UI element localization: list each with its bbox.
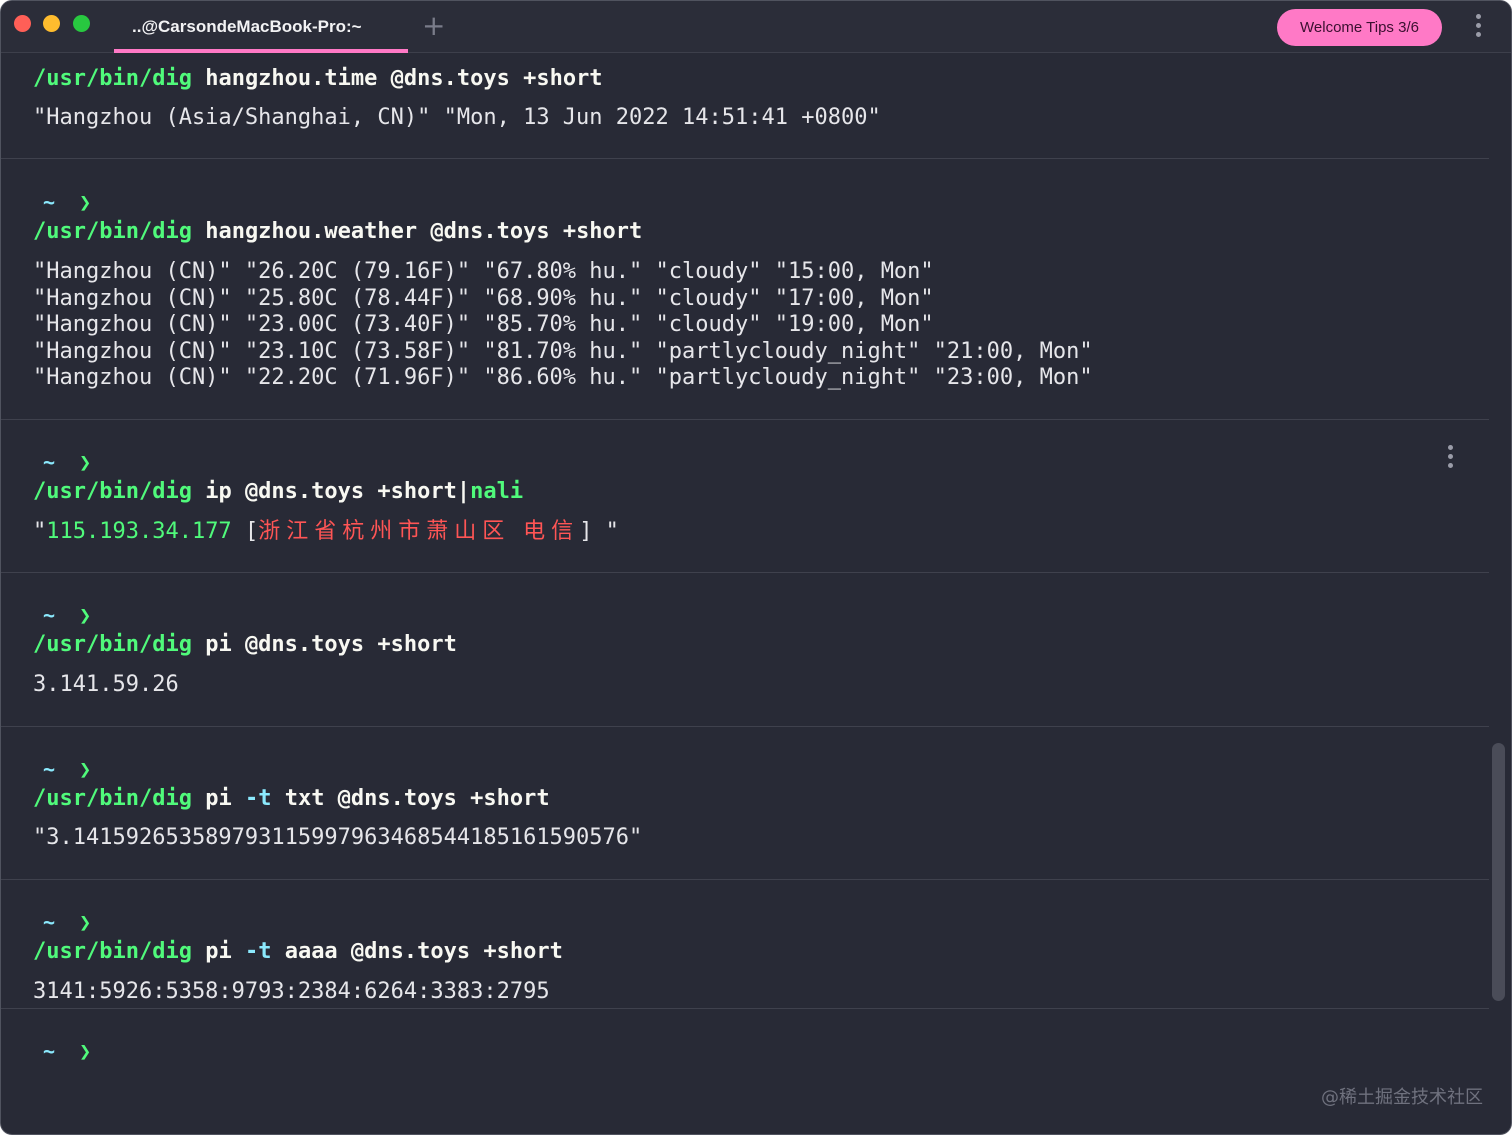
- output-line: "Hangzhou (CN)" "22.20C (71.96F)" "86.60…: [33, 365, 1093, 390]
- tab-active[interactable]: ..@CarsondeMacBook-Pro:~: [114, 1, 408, 53]
- command-path: /usr/bin/dig: [33, 632, 192, 657]
- command-path: /usr/bin/dig: [33, 479, 192, 504]
- output-line: 3.141.59.26: [33, 672, 179, 697]
- command-path: /usr/bin/dig: [33, 66, 192, 91]
- output-line: "Hangzhou (Asia/Shanghai, CN)" "Mon, 13 …: [33, 105, 881, 130]
- prompt-tilde: ~: [43, 757, 56, 781]
- ip-address: 115.193.34.177: [46, 519, 232, 544]
- minimize-window-button[interactable]: [43, 15, 60, 32]
- quote-open: ": [33, 519, 47, 544]
- output-line: 3141:5926:5358:9793:2384:6264:3383:2795: [33, 979, 550, 1004]
- command-line: /usr/bin/dig hangzhou.time @dns.toys +sh…: [33, 66, 603, 92]
- command-args: ip @dns.toys +short|: [205, 479, 471, 504]
- bracket-close: ]: [579, 519, 593, 544]
- prompt-chevron: ❯: [79, 190, 92, 214]
- prompt-tilde: ~: [43, 190, 56, 214]
- prompt-chevron: ❯: [79, 450, 92, 474]
- prompt: ~ ❯: [43, 756, 91, 782]
- prompt: ~ ❯: [43, 449, 91, 475]
- prompt-chevron: ❯: [79, 757, 92, 781]
- pipe-command: nali: [470, 479, 524, 504]
- bracket-open: [: [244, 519, 259, 544]
- prompt: ~ ❯: [43, 909, 91, 935]
- prompt: ~ ❯: [43, 602, 91, 628]
- command-args: hangzhou.time @dns.toys +short: [205, 66, 603, 91]
- command-args: pi: [205, 939, 245, 964]
- block-options-icon[interactable]: [1448, 445, 1454, 473]
- command-line: /usr/bin/dig pi @dns.toys +short: [33, 632, 457, 658]
- watermark: @稀土掘金技术社区: [1321, 1087, 1483, 1108]
- output-line: "Hangzhou (CN)" "25.80C (78.44F)" "68.90…: [33, 286, 934, 311]
- new-tab-button[interactable]: +: [422, 11, 445, 41]
- block-divider: [1, 1008, 1489, 1009]
- ip-location: 浙江省杭州市萧山区 电信: [258, 519, 580, 544]
- block-divider: [1, 419, 1489, 420]
- prompt-tilde: ~: [43, 1039, 56, 1063]
- tab-title: ..@CarsondeMacBook-Pro:~: [132, 17, 362, 36]
- command-args: pi @dns.toys +short: [205, 632, 457, 657]
- prompt-tilde: ~: [43, 910, 56, 934]
- command-line: /usr/bin/dig pi -t txt @dns.toys +short: [33, 786, 550, 812]
- command-line: /usr/bin/dig hangzhou.weather @dns.toys …: [33, 219, 642, 245]
- output-line: "Hangzhou (CN)" "23.10C (73.58F)" "81.70…: [33, 339, 1093, 364]
- command-args: txt @dns.toys +short: [271, 786, 550, 811]
- title-bar: ..@CarsondeMacBook-Pro:~ + Welcome Tips …: [1, 1, 1511, 53]
- block-divider: [1, 572, 1489, 573]
- command-args: aaaa @dns.toys +short: [271, 939, 563, 964]
- prompt-tilde: ~: [43, 603, 56, 627]
- block-divider: [1, 158, 1489, 159]
- quote-close: ": [592, 519, 619, 544]
- command-path: /usr/bin/dig: [33, 786, 192, 811]
- scrollbar-thumb[interactable]: [1492, 743, 1505, 1001]
- command-args: pi: [205, 786, 245, 811]
- command-flag: -t: [244, 786, 272, 811]
- output-line: "3.1415926535897931159979634685441851615…: [33, 825, 643, 850]
- command-path: /usr/bin/dig: [33, 219, 192, 244]
- command-args: hangzhou.weather @dns.toys +short: [205, 219, 643, 244]
- prompt-chevron: ❯: [79, 910, 92, 934]
- prompt: ~ ❯: [43, 189, 91, 215]
- active-prompt[interactable]: ~ ❯: [43, 1038, 91, 1064]
- terminal-window: ..@CarsondeMacBook-Pro:~ + Welcome Tips …: [0, 0, 1512, 1135]
- more-options-icon[interactable]: [1476, 14, 1482, 42]
- output-line: "115.193.34.177 [浙江省杭州市萧山区 电信] ": [33, 519, 619, 545]
- welcome-tips-button[interactable]: Welcome Tips 3/6: [1277, 9, 1442, 46]
- maximize-window-button[interactable]: [73, 15, 90, 32]
- output-line: "Hangzhou (CN)" "23.00C (73.40F)" "85.70…: [33, 312, 934, 337]
- command-path: /usr/bin/dig: [33, 939, 192, 964]
- prompt-chevron: ❯: [79, 1039, 92, 1063]
- command-line: /usr/bin/dig ip @dns.toys +short|nali: [33, 479, 523, 505]
- output-line: "Hangzhou (CN)" "26.20C (79.16F)" "67.80…: [33, 259, 934, 284]
- prompt-chevron: ❯: [79, 603, 92, 627]
- command-flag: -t: [244, 939, 272, 964]
- command-line: /usr/bin/dig pi -t aaaa @dns.toys +short: [33, 939, 563, 965]
- block-divider: [1, 726, 1489, 727]
- terminal-output[interactable]: /usr/bin/dig hangzhou.time @dns.toys +sh…: [1, 53, 1489, 1133]
- prompt-tilde: ~: [43, 450, 56, 474]
- close-window-button[interactable]: [14, 15, 31, 32]
- block-divider: [1, 879, 1489, 880]
